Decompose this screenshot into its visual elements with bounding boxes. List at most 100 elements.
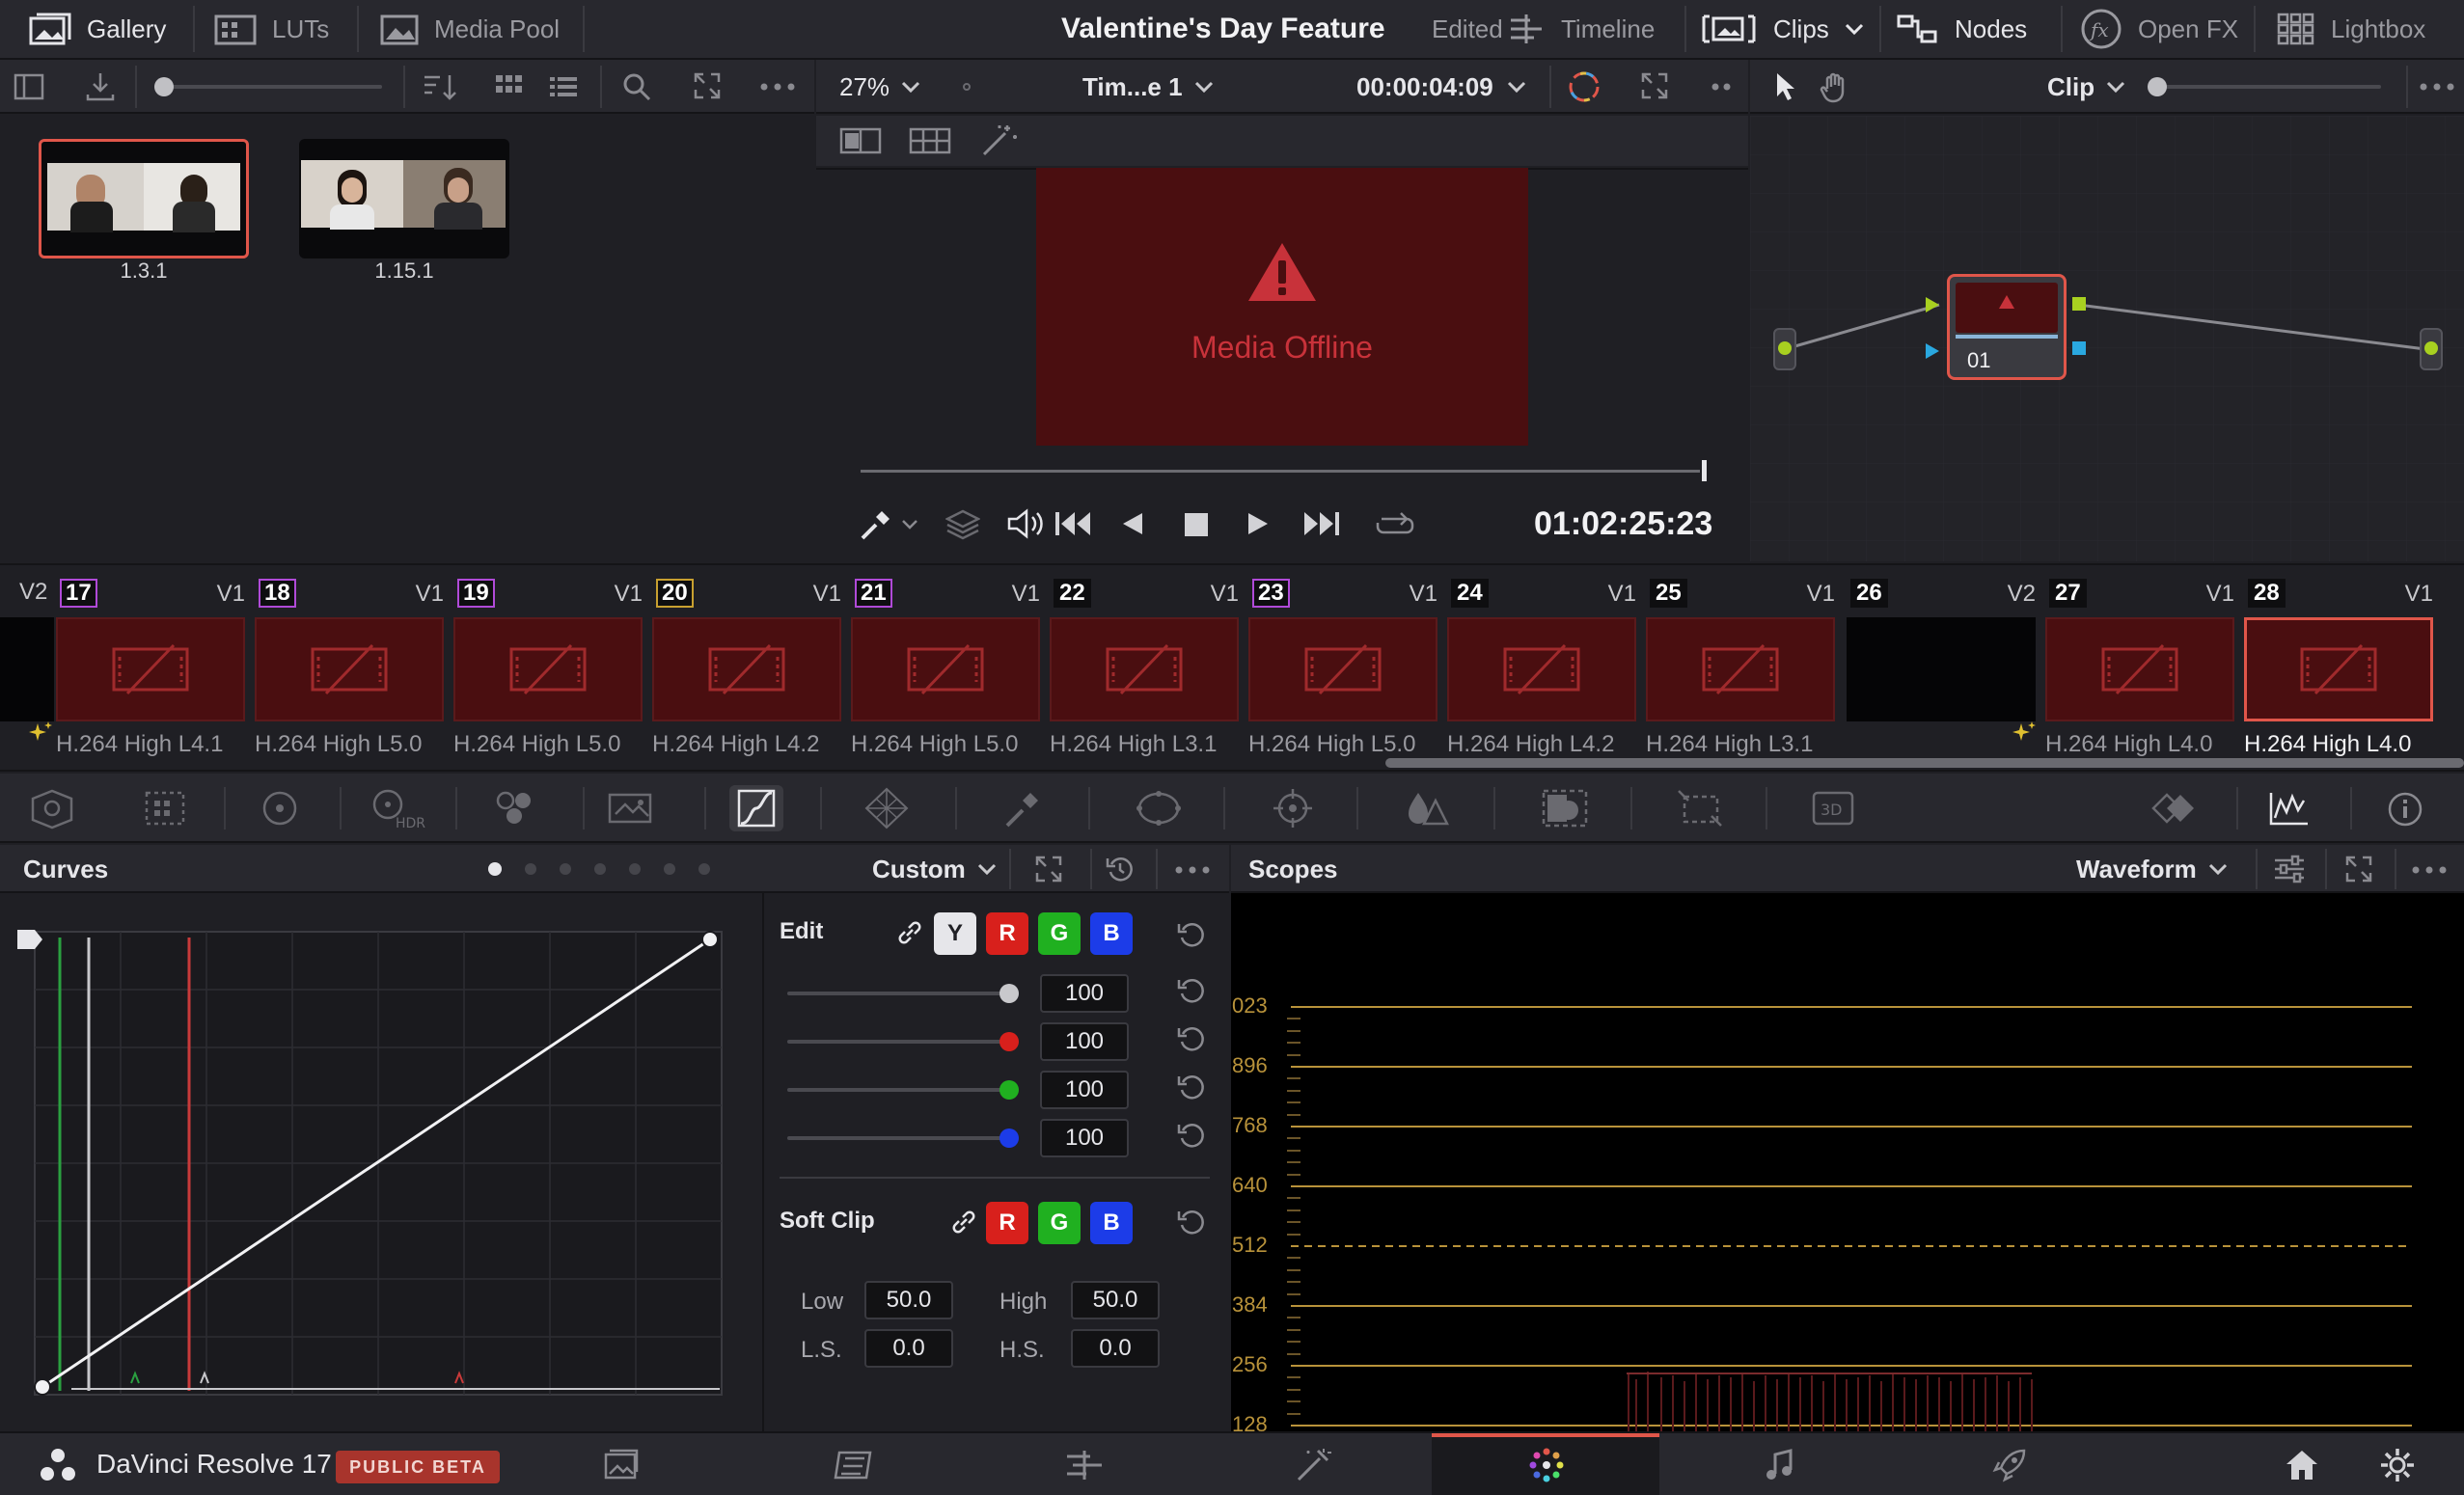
serial-node[interactable]: 01: [1947, 274, 2067, 380]
clip-thumbnail[interactable]: [652, 617, 841, 721]
reset-soft-clip-icon[interactable]: [1177, 1208, 1206, 1237]
green-intensity-field[interactable]: 100: [1040, 1071, 1129, 1109]
soft-clip-r-button[interactable]: R: [986, 1202, 1028, 1244]
expand-icon[interactable]: [2344, 855, 2373, 883]
soft-clip-b-button[interactable]: B: [1090, 1202, 1133, 1244]
import-still-icon[interactable]: [85, 71, 116, 102]
media-page-icon[interactable]: [604, 1449, 639, 1481]
clip-item[interactable]: 24 V1 H.264 High L4.2: [1447, 573, 1646, 762]
source-timecode-select[interactable]: 00:00:04:09: [1356, 60, 1526, 114]
info-icon[interactable]: [2387, 791, 2423, 828]
scope-settings-icon[interactable]: [2273, 855, 2306, 883]
sidebar-toggle-icon[interactable]: [14, 73, 44, 100]
fusion-page-icon[interactable]: [1295, 1447, 1333, 1483]
sort-icon[interactable]: [421, 71, 459, 102]
link-icon[interactable]: [949, 1208, 978, 1237]
rgb-mixer-icon[interactable]: [490, 787, 538, 829]
color-wheel-icon[interactable]: [1567, 69, 1602, 104]
clip-item[interactable]: 18 V1 H.264 High L5.0: [255, 573, 453, 762]
timeline-select[interactable]: Tim...e 1: [1082, 60, 1214, 114]
color-wheels-icon[interactable]: [260, 789, 299, 828]
cut-page-icon[interactable]: [830, 1449, 876, 1481]
reset-red-icon[interactable]: [1177, 1024, 1206, 1053]
tracker-icon[interactable]: [1272, 787, 1314, 829]
luma-intensity-field[interactable]: 100: [1040, 974, 1129, 1013]
expand-icon[interactable]: [693, 71, 722, 100]
more-options-icon[interactable]: [2412, 866, 2447, 874]
soft-clip-g-button[interactable]: G: [1038, 1202, 1081, 1244]
still-thumbnail[interactable]: [299, 139, 509, 258]
more-options-icon[interactable]: [760, 83, 795, 91]
channel-r-button[interactable]: R: [986, 912, 1028, 955]
more-options-icon[interactable]: [2420, 83, 2454, 91]
open-fx-tab[interactable]: fx Open FX: [2080, 0, 2238, 58]
still-thumbnail[interactable]: [39, 139, 249, 258]
clip-item[interactable]: 28 V1 H.264 High L4.0: [2244, 573, 2443, 762]
scope-type-select[interactable]: Waveform: [2076, 845, 2228, 893]
curve-graph[interactable]: [14, 926, 727, 1424]
channel-y-button[interactable]: Y: [934, 912, 976, 955]
clip-thumbnail[interactable]: [1646, 617, 1835, 721]
key-icon[interactable]: [1540, 787, 1590, 829]
color-match-icon[interactable]: [143, 789, 187, 828]
layers-icon[interactable]: [945, 507, 980, 542]
clip-thumbnail[interactable]: [453, 617, 643, 721]
more-options-icon[interactable]: [1175, 866, 1210, 874]
reset-edit-icon[interactable]: [1177, 920, 1206, 949]
thumbnail-size-slider[interactable]: [154, 77, 174, 96]
clip-thumbnail[interactable]: [2045, 617, 2234, 721]
play-icon[interactable]: [1246, 511, 1270, 536]
playhead[interactable]: [1702, 460, 1707, 481]
red-intensity-slider[interactable]: [999, 1032, 1019, 1051]
sizing-icon[interactable]: [1675, 787, 1725, 829]
clip-item[interactable]: 23 V1 H.264 High L5.0: [1248, 573, 1447, 762]
deliver-page-icon[interactable]: [1991, 1447, 2028, 1483]
skip-to-start-icon[interactable]: [1054, 509, 1092, 538]
clips-tab[interactable]: Clips: [1700, 0, 1864, 58]
clip-thumbnail[interactable]: [2244, 617, 2433, 721]
clip-thumbnail[interactable]: [1447, 617, 1636, 721]
reset-luma-icon[interactable]: [1177, 976, 1206, 1005]
volume-icon[interactable]: [1007, 507, 1044, 540]
list-view-icon[interactable]: [548, 73, 579, 100]
gallery-tab[interactable]: Gallery: [29, 0, 166, 58]
reset-icon[interactable]: [1106, 855, 1135, 883]
lightbox-tab[interactable]: Lightbox: [2277, 0, 2425, 58]
viewer-frame[interactable]: Media Offline: [1036, 168, 1528, 446]
blue-intensity-slider[interactable]: [999, 1128, 1019, 1148]
loop-icon[interactable]: [1374, 507, 1416, 540]
play-reverse-icon[interactable]: [1121, 511, 1144, 536]
high-soft-field[interactable]: 0.0: [1071, 1329, 1160, 1368]
hand-icon[interactable]: [1820, 71, 1852, 104]
clip-thumbnail[interactable]: [255, 617, 444, 721]
clip-item[interactable]: 20 V1 H.264 High L4.2: [652, 573, 851, 762]
input-node[interactable]: [1773, 328, 1796, 370]
timeline-tab[interactable]: Timeline: [1507, 0, 1655, 58]
hdr-wheels-icon[interactable]: HDR: [369, 787, 426, 829]
qualifier-icon[interactable]: [1003, 787, 1042, 829]
fairlight-page-icon[interactable]: [1764, 1449, 1794, 1481]
reset-blue-icon[interactable]: [1177, 1121, 1206, 1150]
reset-green-icon[interactable]: [1177, 1073, 1206, 1101]
high-field[interactable]: 50.0: [1071, 1281, 1160, 1319]
search-icon[interactable]: [621, 71, 652, 102]
clip-item[interactable]: 22 V1 H.264 High L3.1: [1050, 573, 1248, 762]
blur-icon[interactable]: [1405, 787, 1449, 829]
grid-wipe-icon[interactable]: [909, 125, 951, 156]
clip-item[interactable]: 19 V1 H.264 High L5.0: [453, 573, 652, 762]
skip-to-end-icon[interactable]: [1302, 509, 1341, 538]
partial-clip-thumbnail[interactable]: [0, 617, 54, 721]
camera-raw-icon[interactable]: [27, 787, 77, 829]
blue-intensity-field[interactable]: 100: [1040, 1119, 1129, 1157]
motion-effects-icon[interactable]: [606, 789, 654, 828]
low-field[interactable]: 50.0: [864, 1281, 953, 1319]
clip-item[interactable]: 17 V1 H.264 High L4.1: [56, 573, 255, 762]
keyframes-icon[interactable]: [2149, 791, 2200, 826]
green-intensity-slider[interactable]: [999, 1080, 1019, 1100]
clip-item[interactable]: 25 V1 H.264 High L3.1: [1646, 573, 1845, 762]
color-warper-icon[interactable]: [864, 787, 909, 829]
channel-b-button[interactable]: B: [1090, 912, 1133, 955]
luma-intensity-slider[interactable]: [999, 984, 1019, 1003]
window-icon[interactable]: [1135, 789, 1183, 828]
home-icon[interactable]: [2285, 1449, 2319, 1481]
